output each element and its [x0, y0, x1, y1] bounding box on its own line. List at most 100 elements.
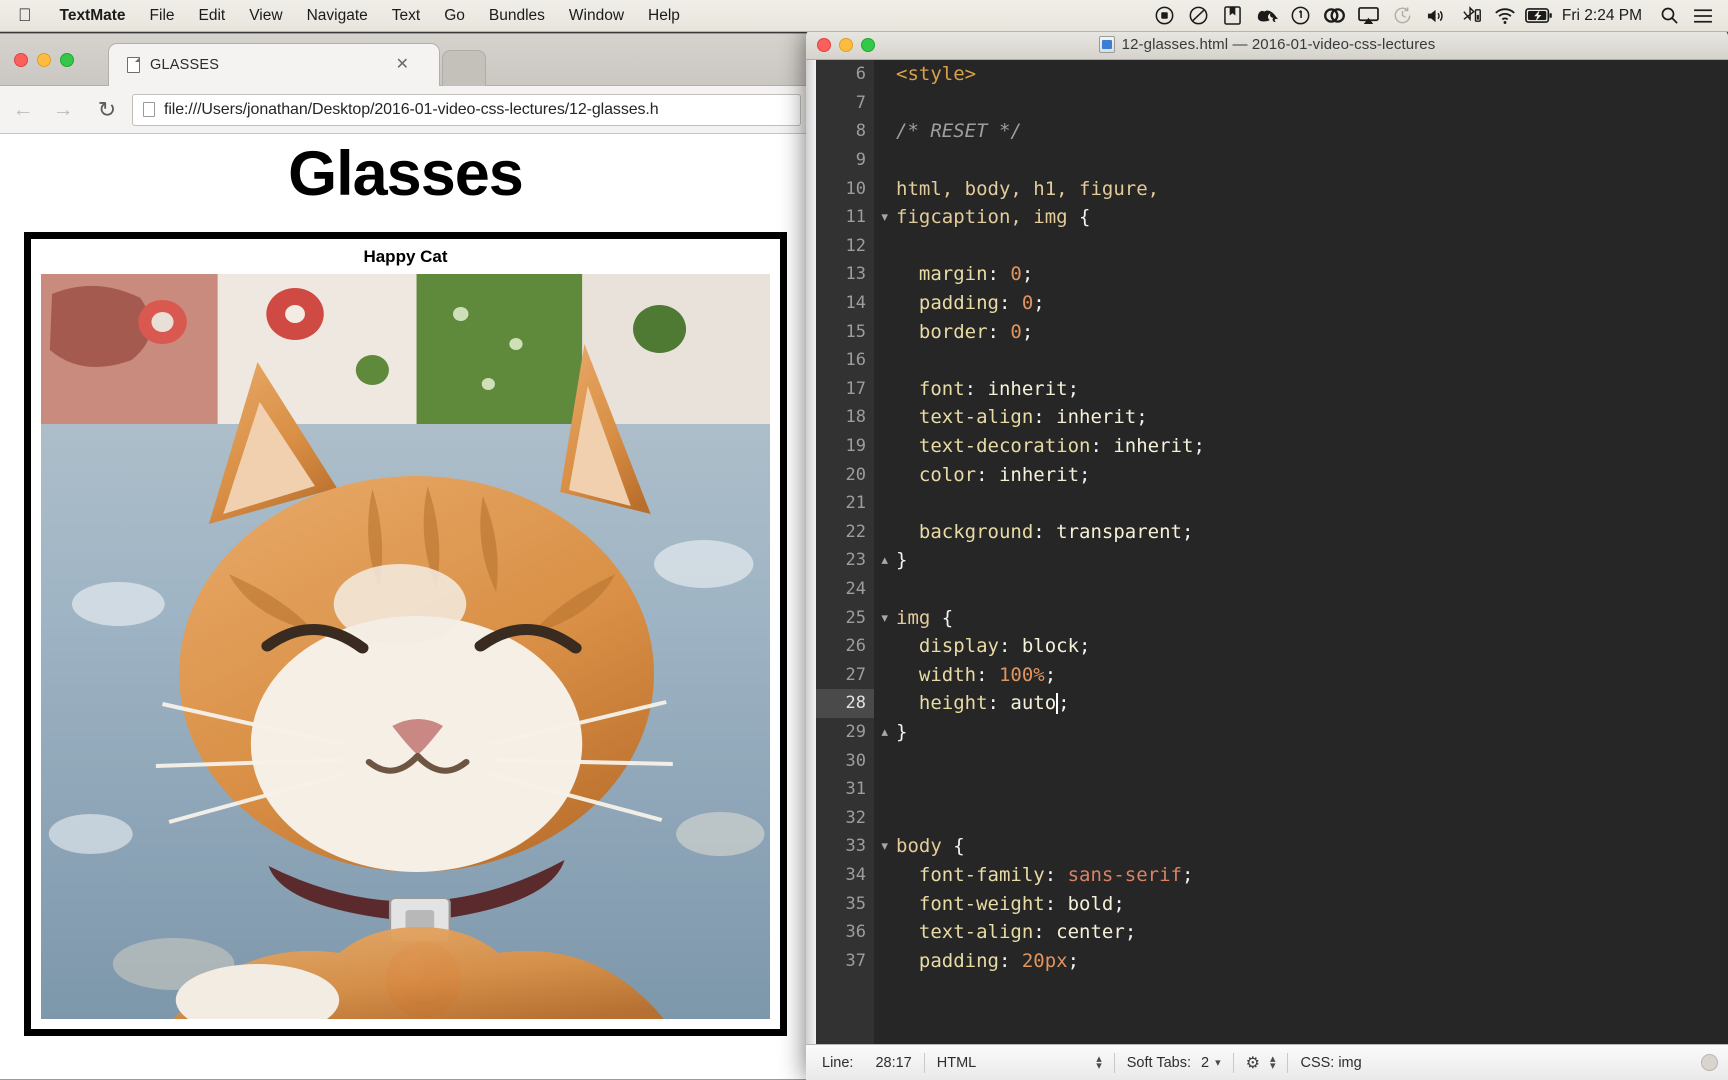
- status-line-value[interactable]: 28:17: [875, 1055, 911, 1071]
- forward-arrow-icon[interactable]: →: [46, 93, 80, 127]
- code-line[interactable]: [874, 746, 1728, 775]
- menu-item-navigate[interactable]: Navigate: [295, 7, 380, 25]
- code-line[interactable]: }: [874, 546, 1728, 575]
- line-number: 12: [845, 235, 866, 256]
- apple-logo-icon[interactable]: : [18, 6, 32, 24]
- reload-icon[interactable]: ↻: [90, 93, 124, 127]
- code-line[interactable]: [874, 775, 1728, 804]
- textmate-editor[interactable]: 6 7 8 9 10 11 ▼ 12 13 14 15 16 17 18 19 20 21 22 23 ▲ 24 25 ▼ 2…: [806, 60, 1728, 1044]
- code-line[interactable]: border: 0;: [874, 317, 1728, 346]
- textmate-title-bar[interactable]: 12-glasses.html — 2016-01-video-css-lect…: [806, 30, 1728, 60]
- code-token: ;: [1193, 435, 1205, 458]
- code-line[interactable]: body {: [874, 832, 1728, 861]
- code-token: :: [964, 377, 988, 400]
- line-number: 14: [845, 293, 866, 314]
- notification-center-icon[interactable]: [1686, 0, 1720, 32]
- code-line[interactable]: /* RESET */: [874, 117, 1728, 146]
- code-line[interactable]: img {: [874, 603, 1728, 632]
- battery-charging-icon[interactable]: [1522, 0, 1556, 32]
- soft-tabs-chevron-down-icon[interactable]: ▾: [1215, 1056, 1221, 1069]
- browser-tab-glasses[interactable]: GLASSES ✕: [108, 43, 440, 86]
- bluetooth-icon[interactable]: [1454, 0, 1488, 32]
- code-line[interactable]: [874, 146, 1728, 175]
- line-number: 37: [845, 950, 866, 971]
- evernote-icon[interactable]: [1250, 0, 1284, 32]
- code-token: {: [953, 835, 965, 858]
- timemachine-icon[interactable]: [1386, 0, 1420, 32]
- code-line[interactable]: color: inherit;: [874, 460, 1728, 489]
- code-line[interactable]: figcaption, img {: [874, 203, 1728, 232]
- code-token: ;: [1033, 292, 1045, 315]
- code-line[interactable]: display: block;: [874, 632, 1728, 661]
- wifi-icon[interactable]: [1488, 0, 1522, 32]
- rendered-web-page: Glasses Happy Cat: [0, 134, 811, 1078]
- status-language[interactable]: HTML: [937, 1055, 976, 1071]
- browser-close-button[interactable]: [14, 53, 28, 67]
- editor-left-scrollbar[interactable]: [806, 60, 816, 1044]
- spotlight-search-icon[interactable]: [1652, 0, 1686, 32]
- menu-item-window[interactable]: Window: [557, 7, 636, 25]
- textmate-zoom-button[interactable]: [861, 38, 875, 52]
- line-number: 15: [845, 321, 866, 342]
- menu-item-edit[interactable]: Edit: [187, 7, 238, 25]
- code-token: 0: [1021, 292, 1034, 315]
- code-line[interactable]: height: auto;: [874, 689, 1728, 718]
- code-line[interactable]: [874, 489, 1728, 518]
- volume-icon[interactable]: [1420, 0, 1454, 32]
- menu-item-bundles[interactable]: Bundles: [477, 7, 557, 25]
- new-tab-button[interactable]: [442, 50, 486, 86]
- creative-cloud-icon[interactable]: [1318, 0, 1352, 32]
- code-line[interactable]: text-align: inherit;: [874, 403, 1728, 432]
- code-text-area[interactable]: <style> /* RESET */ html, body, h1, figure…: [874, 60, 1728, 1044]
- textmate-minimize-button[interactable]: [839, 38, 853, 52]
- settings-stepper-icon[interactable]: ▴ ▾: [1270, 1053, 1276, 1071]
- menu-bar-clock[interactable]: Fri 2:24 PM: [1556, 7, 1652, 25]
- code-token: :: [1090, 435, 1114, 458]
- menu-item-file[interactable]: File: [138, 7, 187, 25]
- code-line[interactable]: [874, 346, 1728, 375]
- code-line[interactable]: width: 100%;: [874, 660, 1728, 689]
- menu-item-go[interactable]: Go: [432, 7, 477, 25]
- code-token: padding: [896, 949, 999, 972]
- code-line[interactable]: text-align: center;: [874, 918, 1728, 947]
- code-line[interactable]: padding: 20px;: [874, 946, 1728, 975]
- menu-item-textmate[interactable]: TextMate: [48, 7, 138, 25]
- menu-item-view[interactable]: View: [237, 7, 294, 25]
- code-line[interactable]: margin: 0;: [874, 260, 1728, 289]
- back-arrow-icon[interactable]: ←: [6, 93, 40, 127]
- code-line[interactable]: font: inherit;: [874, 375, 1728, 404]
- onepassword-icon[interactable]: [1284, 0, 1318, 32]
- menu-item-text[interactable]: Text: [380, 7, 432, 25]
- code-token: ;: [1058, 692, 1070, 715]
- screen-record-icon[interactable]: [1148, 0, 1182, 32]
- textmate-close-button[interactable]: [817, 38, 831, 52]
- code-line[interactable]: [874, 575, 1728, 604]
- language-stepper-icon[interactable]: ▴ ▾: [1096, 1053, 1102, 1071]
- bookmark-icon[interactable]: [1216, 0, 1250, 32]
- code-line[interactable]: font-family: sans-serif;: [874, 861, 1728, 890]
- code-line[interactable]: font-weight: bold;: [874, 889, 1728, 918]
- code-token: 100%: [998, 663, 1045, 686]
- code-line[interactable]: [874, 803, 1728, 832]
- code-line[interactable]: [874, 232, 1728, 261]
- code-line[interactable]: text-decoration: inherit;: [874, 432, 1728, 461]
- tab-close-icon[interactable]: ✕: [396, 57, 409, 73]
- gear-icon[interactable]: ⚙: [1246, 1053, 1260, 1073]
- address-bar[interactable]: file:///Users/jonathan/Desktop/2016-01-v…: [132, 93, 801, 126]
- code-token: ;: [1067, 949, 1080, 972]
- browser-window-controls: [14, 53, 74, 67]
- window-resize-handle[interactable]: [1701, 1054, 1718, 1071]
- code-line[interactable]: padding: 0;: [874, 289, 1728, 318]
- status-soft-tabs-value[interactable]: 2: [1201, 1055, 1209, 1071]
- grammarly-icon[interactable]: [1182, 0, 1216, 32]
- code-line[interactable]: [874, 89, 1728, 118]
- browser-zoom-button[interactable]: [60, 53, 74, 67]
- code-line[interactable]: }: [874, 718, 1728, 747]
- code-line[interactable]: background: transparent;: [874, 518, 1728, 547]
- code-token: 0: [1010, 263, 1022, 286]
- code-line[interactable]: html, body, h1, figure,: [874, 174, 1728, 203]
- code-line[interactable]: <style>: [874, 60, 1728, 89]
- airplay-icon[interactable]: [1352, 0, 1386, 32]
- browser-minimize-button[interactable]: [37, 53, 51, 67]
- menu-item-help[interactable]: Help: [636, 7, 692, 25]
